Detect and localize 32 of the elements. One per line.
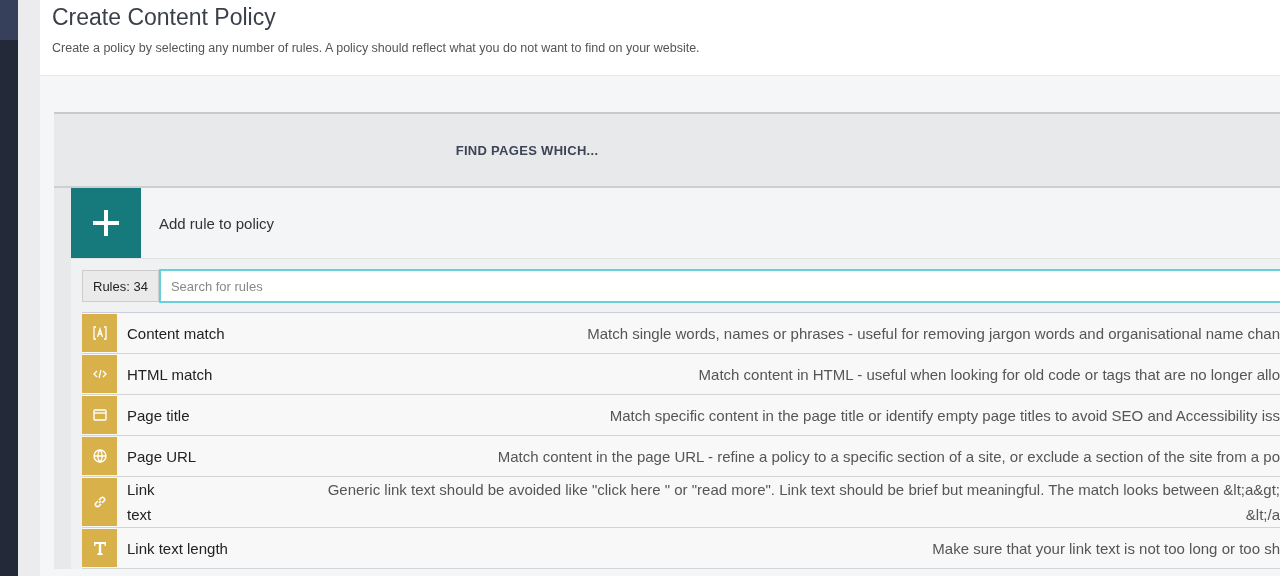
page-description: Create a policy by selecting any number of rules. A policy should reflect what you do not want to find on your website. [52,41,701,55]
rule-description: Match content in HTML - useful when looking for old code or tags that are no longer allo [697,364,1280,385]
code-icon [92,369,107,379]
rule-description: Match single words, names or phrases - useful for removing jargon words and organisational name chan [586,323,1280,344]
rule-name: Link text [126,480,156,525]
rule-name: Page title [126,405,191,426]
rule-row[interactable]: Link text Generic link text should be avoided like "click here " or "read more". Link text should be brief but meaningful. The match looks between &lt;a&gt; &lt;/a [82,477,1280,528]
section-heading: FIND PAGES WHICH... [455,142,599,158]
rule-name: Link text length [126,538,229,559]
rule-description: Generic link text should be avoided like "click here " or "read more". Link text should be brief but meaningful. The match looks between &lt;a&gt; &lt;/a [326,480,1280,525]
rule-row[interactable]: Link text length Make sure that your link text is not too long or too sh [82,528,1280,569]
rule-name: Page URL [126,446,198,467]
letter-t-icon [91,540,108,556]
rule-row[interactable]: Page title Match specific content in the page title or identify empty page titles to avoid SEO and Accessibility iss [82,395,1280,436]
rule-row[interactable]: Page URL Match content in the page URL - refine a policy to a specific section of a site, or exclude a section of the site from a po [82,436,1280,477]
rule-row[interactable]: HTML match Match content in HTML - useful when looking for old code or tags that are no longer allo [82,354,1280,395]
brackets-icon [92,326,107,340]
globe-icon [92,449,107,463]
page-title: Create Content Policy [52,4,277,31]
rule-count: Rules: 34 [82,270,159,302]
add-rule-button[interactable] [71,188,141,258]
window-icon [92,409,107,421]
rule-name: HTML match [126,364,214,385]
rule-description: Match content in the page URL - refine a policy to a specific section of a site, or exclude a section of the site from a po [496,446,1280,467]
rule-name: Content match [126,323,226,344]
search-field[interactable]: Search for rules [158,269,1280,303]
add-rule-label: Add rule to policy [159,214,275,232]
plus-icon [91,208,121,238]
rule-description: Match specific content in the page title or identify empty page titles to avoid SEO and Accessibility iss [608,405,1280,426]
rule-description: Make sure that your link text is not too long or too sh [931,538,1280,559]
rule-row[interactable]: Content match Match single words, names or phrases - useful for removing jargon words and organisational name chan [82,313,1280,354]
link-icon [92,495,107,509]
